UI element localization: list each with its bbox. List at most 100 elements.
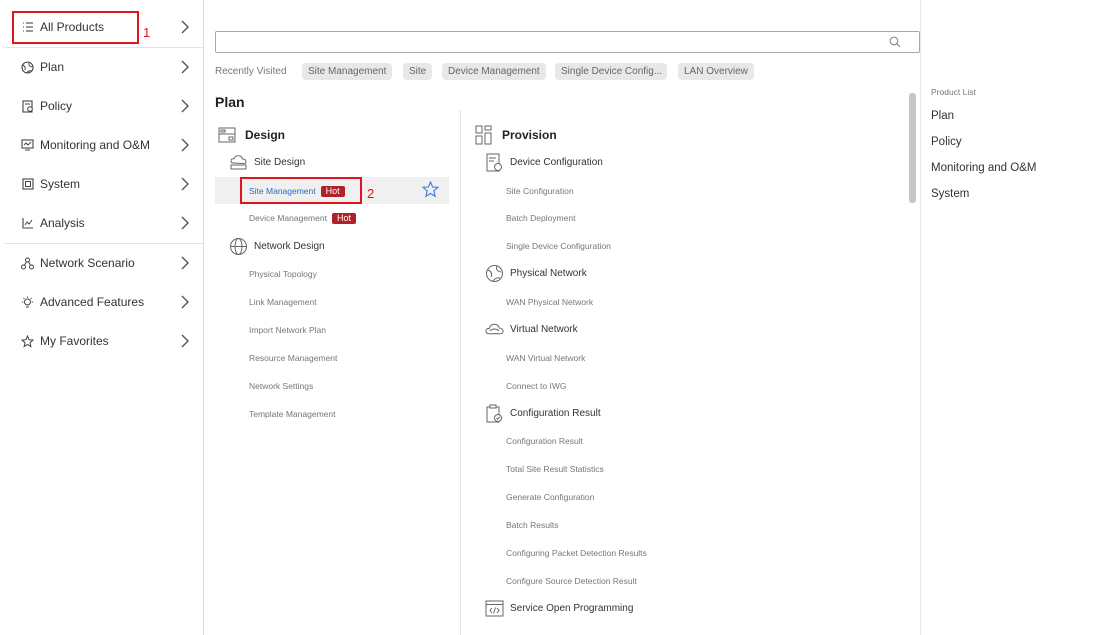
leaf-single-device-configuration[interactable]: Single Device Configuration (506, 241, 611, 251)
leaf-template-management[interactable]: Template Management (249, 409, 335, 419)
product-list-item-monitoring[interactable]: Monitoring and O&M (931, 162, 1036, 174)
sidebar-item-advanced-features[interactable]: Advanced Features (0, 283, 203, 321)
sidebar-item-system[interactable]: System (0, 165, 203, 203)
leaf-configuring-packet-detection-results[interactable]: Configuring Packet Detection Results (506, 548, 647, 558)
chevron-right-icon (181, 334, 189, 348)
column-divider (460, 110, 461, 635)
group-configuration-result: Configuration Result (485, 404, 601, 423)
leaf-import-network-plan[interactable]: Import Network Plan (249, 325, 326, 335)
chevron-right-icon (181, 177, 189, 191)
search-input[interactable] (215, 31, 920, 53)
leaf-device-management[interactable]: Device Management Hot (249, 213, 356, 225)
hot-badge: Hot (331, 213, 356, 225)
search-icon[interactable] (889, 36, 901, 48)
group-label: Physical Network (510, 268, 587, 279)
product-list-item-policy[interactable]: Policy (931, 136, 962, 148)
design-icon (217, 125, 237, 145)
recent-chip-device-management[interactable]: Device Management (442, 63, 546, 80)
group-label: Network Design (254, 241, 325, 252)
group-label: Virtual Network (510, 324, 578, 335)
group-site-design: Site Design (229, 153, 305, 172)
sidebar-item-label: System (40, 177, 81, 191)
sidebar-item-label: Monitoring and O&M (40, 138, 151, 152)
annotation-number-2: 2 (367, 186, 375, 201)
chevron-right-icon (181, 295, 189, 309)
sidebar-item-label: Plan (40, 60, 65, 74)
divider (920, 0, 921, 635)
sidebar-item-label: My Favorites (40, 334, 109, 348)
star-icon (21, 334, 34, 348)
sidebar-item-label: Analysis (40, 216, 85, 230)
product-list-item-system[interactable]: System (931, 188, 969, 200)
leaf-configure-source-detection-result[interactable]: Configure Source Detection Result (506, 576, 637, 586)
sidebar-item-network-scenario[interactable]: Network Scenario (0, 244, 203, 282)
chevron-right-icon (181, 60, 189, 74)
chevron-right-icon (181, 256, 189, 270)
annotation-box-1 (12, 11, 139, 44)
sidebar-item-label: Network Scenario (40, 256, 135, 270)
group-service-open-programming: Service Open Programming (485, 599, 633, 618)
system-icon (21, 178, 34, 191)
leaf-label: Device Management (249, 213, 327, 223)
sidebar-item-label: Advanced Features (40, 295, 145, 309)
sidebar-item-policy[interactable]: Policy (0, 87, 203, 125)
recently-visited-label: Recently Visited (215, 66, 287, 77)
sidebar-item-my-favorites[interactable]: My Favorites (0, 322, 203, 360)
group-physical-network: Physical Network (485, 264, 587, 283)
product-list-item-plan[interactable]: Plan (931, 110, 954, 122)
scrollbar[interactable] (909, 93, 916, 203)
leaf-configuration-result[interactable]: Configuration Result (506, 436, 583, 446)
chevron-right-icon (181, 138, 189, 152)
sidebar-item-monitoring[interactable]: Monitoring and O&M (0, 126, 203, 164)
globe-network-icon (485, 264, 504, 283)
category-label: Design (245, 128, 286, 142)
group-label: Site Design (254, 157, 306, 168)
group-label: Configuration Result (510, 408, 601, 419)
device-config-icon (485, 153, 504, 172)
group-network-design: Network Design (229, 237, 325, 256)
leaf-total-site-result-statistics[interactable]: Total Site Result Statistics (506, 464, 604, 474)
clipboard-icon (485, 404, 504, 423)
category-provision: Provision (474, 125, 557, 145)
annotation-number-1: 1 (143, 25, 151, 40)
leaf-connect-to-iwg[interactable]: Connect to IWG (506, 381, 566, 391)
globe-icon (21, 60, 34, 74)
leaf-batch-results[interactable]: Batch Results (506, 520, 558, 530)
favorite-star-icon[interactable] (422, 181, 439, 198)
globe-icon (229, 237, 248, 256)
sidebar-item-analysis[interactable]: Analysis (0, 204, 203, 242)
leaf-batch-deployment[interactable]: Batch Deployment (506, 213, 575, 223)
leaf-resource-management[interactable]: Resource Management (249, 353, 337, 363)
provision-icon (474, 125, 494, 145)
leaf-wan-physical-network[interactable]: WAN Physical Network (506, 297, 593, 307)
cloud-icon (485, 320, 504, 339)
annotation-box-2 (240, 177, 362, 204)
cloud-icon (229, 153, 248, 172)
chevron-right-icon (181, 20, 189, 34)
product-list-label: Product List (931, 87, 976, 97)
group-device-configuration: Device Configuration (485, 153, 603, 172)
chevron-right-icon (181, 99, 189, 113)
group-label: Device Configuration (510, 157, 603, 168)
recent-chip-site[interactable]: Site (403, 63, 433, 80)
sidebar: All Products 1 Plan Policy Monitoring an… (0, 0, 204, 635)
leaf-physical-topology[interactable]: Physical Topology (249, 269, 317, 279)
recent-chip-single-device-config[interactable]: Single Device Config... (555, 63, 667, 80)
leaf-wan-virtual-network[interactable]: WAN Virtual Network (506, 353, 585, 363)
leaf-site-configuration[interactable]: Site Configuration (506, 186, 574, 196)
sidebar-item-label: Policy (40, 99, 73, 113)
network-icon (21, 257, 34, 270)
leaf-link-management[interactable]: Link Management (249, 297, 317, 307)
category-label: Provision (502, 128, 557, 142)
group-label: Service Open Programming (510, 603, 634, 614)
monitor-icon (21, 139, 34, 152)
sidebar-item-plan[interactable]: Plan (0, 48, 203, 86)
recent-chip-lan-overview[interactable]: LAN Overview (678, 63, 754, 80)
bulb-icon (21, 296, 34, 309)
chevron-right-icon (181, 216, 189, 230)
leaf-network-settings[interactable]: Network Settings (249, 381, 313, 391)
leaf-generate-configuration[interactable]: Generate Configuration (506, 492, 594, 502)
category-design: Design (217, 125, 285, 145)
policy-icon (21, 99, 34, 113)
recent-chip-site-management[interactable]: Site Management (302, 63, 393, 80)
